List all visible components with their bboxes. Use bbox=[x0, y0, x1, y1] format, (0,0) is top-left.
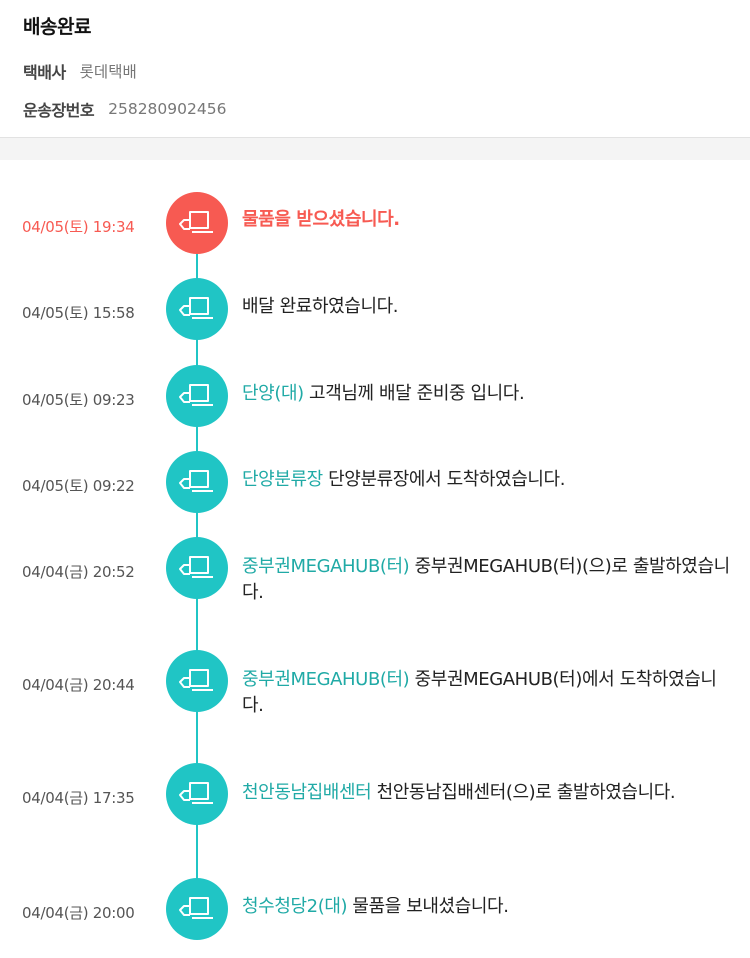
event-message: 고객님께 배달 준비중 입니다. bbox=[303, 383, 525, 404]
event-message: 천안동남집배센터(으)로 출발하였습니다. bbox=[371, 782, 676, 803]
delivery-truck-icon bbox=[177, 292, 217, 326]
event-description: 배달 완료하였습니다. bbox=[242, 294, 732, 320]
event-description: 중부권MEGAHUB(터) 중부권MEGAHUB(터)에서 도착하였습니다. bbox=[242, 667, 732, 719]
delivery-truck-icon bbox=[177, 379, 217, 413]
delivery-truck-icon bbox=[177, 551, 217, 585]
event-location: 중부권MEGAHUB(터) bbox=[242, 669, 410, 690]
courier-row: 택배사 롯데택배 bbox=[23, 59, 727, 83]
delivery-summary: 배송완료 택배사 롯데택배 운송장번호 258280902456 bbox=[0, 0, 750, 137]
event-marker bbox=[166, 192, 228, 254]
tracking-number-value: 258280902456 bbox=[108, 100, 227, 118]
event-marker bbox=[166, 878, 228, 940]
delivery-truck-icon bbox=[177, 664, 217, 698]
delivery-status-title: 배송완료 bbox=[23, 16, 91, 38]
event-message: 물품을 받으셨습니다. bbox=[242, 209, 400, 230]
event-time: 04/04(금) 20:00 bbox=[22, 904, 135, 922]
tracking-number-row: 운송장번호 258280902456 bbox=[23, 97, 727, 121]
event-location: 천안동남집배센터 bbox=[242, 782, 372, 803]
delivery-truck-icon bbox=[177, 206, 217, 240]
event-description: 단양(대) 고객님께 배달 준비중 입니다. bbox=[242, 381, 732, 407]
tracking-timeline: 04/05(토) 19:34 물품을 받으셨습니다. 04/05(토) 15:5… bbox=[0, 160, 750, 958]
delivery-truck-icon bbox=[177, 892, 217, 926]
tracking-number-label: 운송장번호 bbox=[23, 101, 95, 120]
event-marker bbox=[166, 763, 228, 825]
event-marker bbox=[166, 365, 228, 427]
delivery-truck-icon bbox=[177, 465, 217, 499]
event-description: 단양분류장 단양분류장에서 도착하였습니다. bbox=[242, 467, 732, 493]
event-marker bbox=[166, 650, 228, 712]
event-location: 청수청당2(대) bbox=[242, 896, 348, 917]
event-time: 04/04(금) 17:35 bbox=[22, 789, 135, 807]
event-location: 단양(대) bbox=[242, 383, 304, 404]
event-time: 04/05(토) 15:58 bbox=[22, 304, 135, 322]
courier-value: 롯데택배 bbox=[79, 63, 137, 81]
event-description: 천안동남집배센터 천안동남집배센터(으)로 출발하였습니다. bbox=[242, 780, 732, 806]
event-message: 단양분류장에서 도착하였습니다. bbox=[322, 469, 566, 490]
event-message: 배달 완료하였습니다. bbox=[242, 296, 399, 317]
event-time: 04/04(금) 20:44 bbox=[22, 676, 135, 694]
event-time: 04/05(토) 19:34 bbox=[22, 218, 135, 236]
event-location: 중부권MEGAHUB(터) bbox=[242, 556, 410, 577]
event-location: 단양분류장 bbox=[242, 469, 323, 490]
event-description: 물품을 받으셨습니다. bbox=[242, 207, 732, 233]
section-divider bbox=[0, 137, 750, 160]
courier-label: 택배사 bbox=[23, 63, 66, 82]
event-marker bbox=[166, 537, 228, 599]
event-marker bbox=[166, 451, 228, 513]
event-description: 청수청당2(대) 물품을 보내셨습니다. bbox=[242, 894, 732, 920]
delivery-truck-icon bbox=[177, 777, 217, 811]
event-marker bbox=[166, 278, 228, 340]
event-time: 04/04(금) 20:52 bbox=[22, 563, 135, 581]
event-description: 중부권MEGAHUB(터) 중부권MEGAHUB(터)(으)로 출발하였습니다. bbox=[242, 554, 732, 606]
event-message: 물품을 보내셨습니다. bbox=[347, 896, 509, 917]
event-time: 04/05(토) 09:22 bbox=[22, 477, 135, 495]
event-time: 04/05(토) 09:23 bbox=[22, 391, 135, 409]
